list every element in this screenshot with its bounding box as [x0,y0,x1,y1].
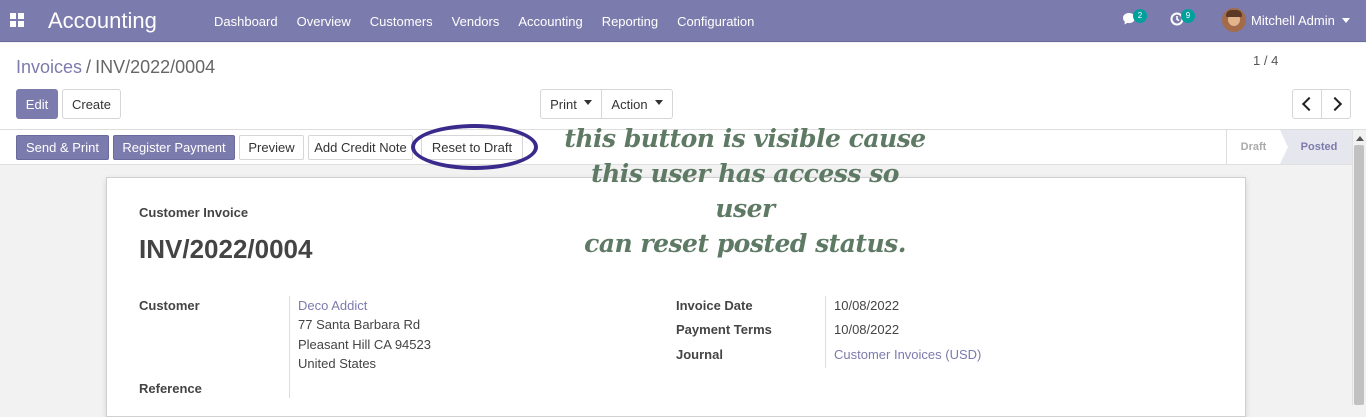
field-divider [289,296,290,398]
action-dropdown[interactable]: Action [601,89,673,119]
user-menu-caret-icon[interactable] [1342,18,1350,23]
create-button[interactable]: Create [62,89,121,119]
menu-dashboard[interactable]: Dashboard [214,14,278,29]
app-title[interactable]: Accounting [48,7,157,35]
send-print-button[interactable]: Send & Print [16,135,109,160]
journal-link[interactable]: Customer Invoices (USD) [834,347,981,362]
breadcrumb-current: INV/2022/0004 [95,57,216,77]
activities-badge: 9 [1181,9,1195,23]
annotation-line-3: can reset posted status. [584,229,906,258]
chevron-down-icon [654,99,663,105]
field-divider [825,296,826,368]
messages-button[interactable]: 2 [1122,9,1147,31]
breadcrumb-invoices[interactable]: Invoices [16,57,82,77]
control-panel: Invoices / INV/2022/0004 [0,43,1366,130]
stage-posted: Posted [1280,130,1352,164]
journal-label: Journal [676,347,723,362]
annotation-note: this button is visible cause this user h… [560,121,930,261]
reference-label: Reference [139,381,202,396]
user-menu-name[interactable]: Mitchell Admin [1251,13,1335,28]
invoice-date-value: 10/08/2022 [834,298,900,313]
customer-label: Customer [139,298,200,313]
chevron-down-icon [583,99,592,105]
activities-button[interactable]: 9 [1170,9,1195,31]
add-credit-note-button[interactable]: Add Credit Note [308,135,413,160]
print-label: Print [550,96,577,112]
apps-menu-icon[interactable] [10,13,24,27]
invoice-number: INV/2022/0004 [139,234,313,264]
messages-badge: 2 [1133,9,1147,23]
chevron-left-icon [1301,96,1316,112]
invoice-date-label: Invoice Date [676,298,753,313]
stage-separator [1280,130,1288,164]
avatar[interactable] [1222,8,1246,32]
action-label: Action [611,96,648,112]
payment-terms-label: Payment Terms [676,322,772,337]
chevron-right-icon [1327,96,1342,112]
print-dropdown[interactable]: Print [540,89,602,119]
address-line-1: 77 Santa Barbara Rd [298,317,421,332]
address-line-2: Pleasant Hill CA 94523 [298,337,431,352]
address-line-3: United States [298,356,377,371]
pager-next-button[interactable] [1321,89,1351,119]
stage-draft[interactable]: Draft [1226,130,1280,164]
annotation-line-2: this user has access so user [591,159,899,223]
menu-configuration[interactable]: Configuration [677,14,754,29]
scrollbar-thumb[interactable] [1354,145,1364,405]
main-menu: Dashboard Overview Customers Vendors Acc… [214,0,773,42]
document-type: Customer Invoice [139,205,249,220]
annotation-line-1: this button is visible cause [564,124,926,153]
menu-vendors[interactable]: Vendors [452,14,500,29]
pager-previous-button[interactable] [1292,89,1322,119]
breadcrumb-separator: / [86,57,92,77]
menu-reporting[interactable]: Reporting [602,14,658,29]
preview-button[interactable]: Preview [239,135,304,160]
highlight-ellipse [411,124,538,170]
payment-terms-value: 10/08/2022 [834,322,900,337]
top-navbar: Accounting Dashboard Overview Customers … [0,0,1366,42]
breadcrumb: Invoices / INV/2022/0004 [16,57,215,78]
pager-value[interactable]: 1 / 4 [1253,53,1278,68]
edit-button[interactable]: Edit [16,89,58,119]
register-payment-button[interactable]: Register Payment [113,135,235,160]
menu-customers[interactable]: Customers [370,14,433,29]
customer-link[interactable]: Deco Addict [298,298,367,313]
scroll-up-icon[interactable] [1356,136,1364,141]
menu-overview[interactable]: Overview [297,14,351,29]
menu-accounting[interactable]: Accounting [518,14,582,29]
